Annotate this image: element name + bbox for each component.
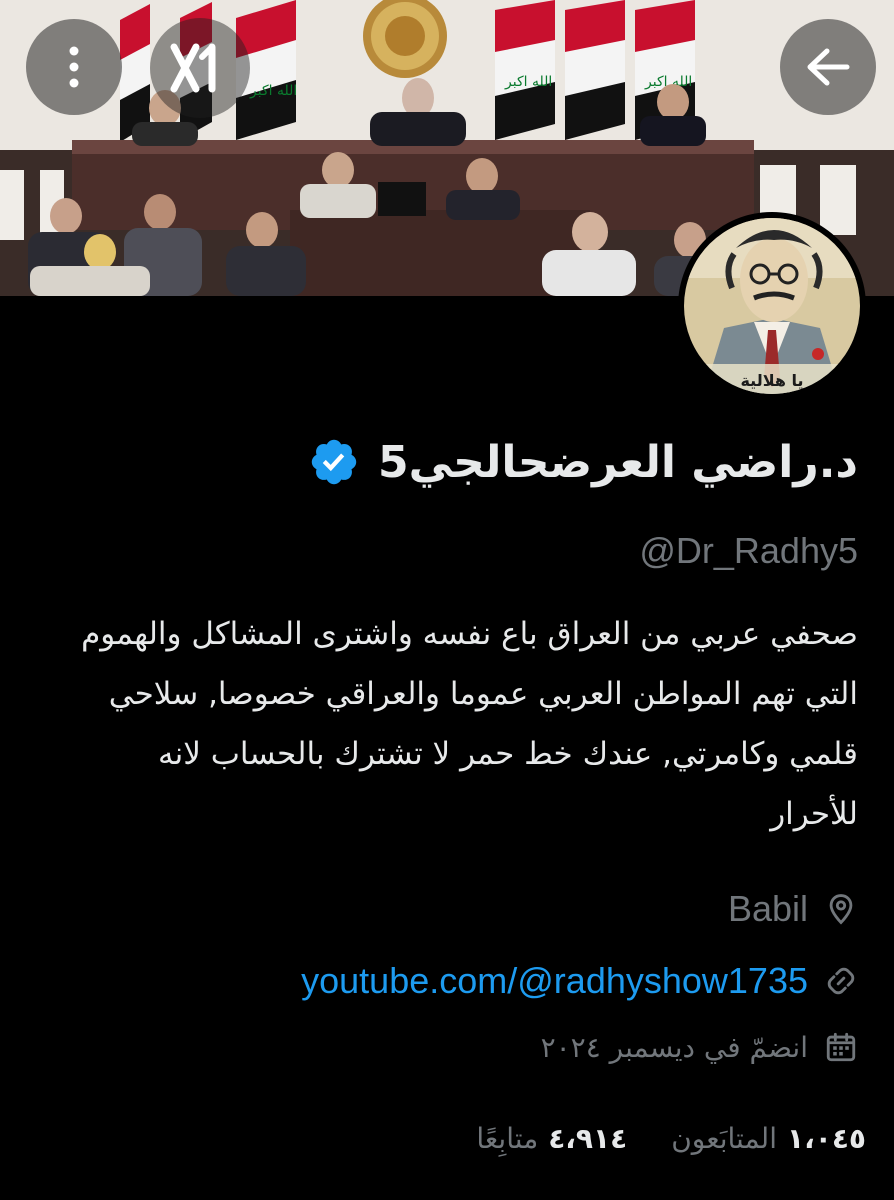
display-name-row: د.راضي العرضحالجي5 [308,436,858,488]
following-count: ٤،٩١٤ [548,1122,628,1155]
followers-stat[interactable]: ١،٠٤٥ المتابَعون [671,1122,866,1155]
more-vertical-icon [69,46,79,88]
svg-text:الله اكبر: الله اكبر [504,74,552,90]
profile-avatar[interactable]: يا هلالية [678,212,866,400]
watermark-x-icon [170,43,216,93]
more-options-button[interactable] [26,19,122,115]
link-icon [827,967,855,995]
avatar-caption: يا هلالية [740,371,803,390]
profile-link[interactable]: youtube.com/@radhyshow1735 [301,960,858,1002]
profile-bio: صحفي عربي من العراق باع نفسه واشترى المش… [81,616,858,832]
followers-count: ١،٠٤٥ [787,1122,866,1155]
display-name: د.راضي العرضحالجي5 [378,436,858,488]
following-label: متابِعًا [476,1122,539,1155]
avatar-image: يا هلالية [684,218,860,394]
arrow-left-icon [807,48,850,86]
back-button[interactable] [780,19,876,115]
calendar-icon [826,1032,856,1062]
user-handle: @Dr_Radhy5 [639,530,858,571]
followers-label: المتابَعون [671,1122,777,1155]
website-link[interactable]: youtube.com/@radhyshow1735 [301,960,808,1002]
location-text: Babil [727,888,808,929]
watermark-logo [150,18,250,118]
profile-location: Babil [728,888,858,930]
following-stat[interactable]: ٤،٩١٤ متابِعًا [476,1122,627,1155]
joined-text: انضمّ في ديسمبر ٢٠٢٤ [540,1030,808,1064]
profile-joined-date: انضمّ في ديسمبر ٢٠٢٤ [541,1030,858,1064]
profile-stats: ١،٠٤٥ المتابَعون ٤،٩١٤ متابِعًا [476,1122,866,1155]
location-pin-icon [829,894,853,925]
verified-badge-icon[interactable] [308,436,360,488]
svg-text:الله اكبر: الله اكبر [249,83,297,99]
